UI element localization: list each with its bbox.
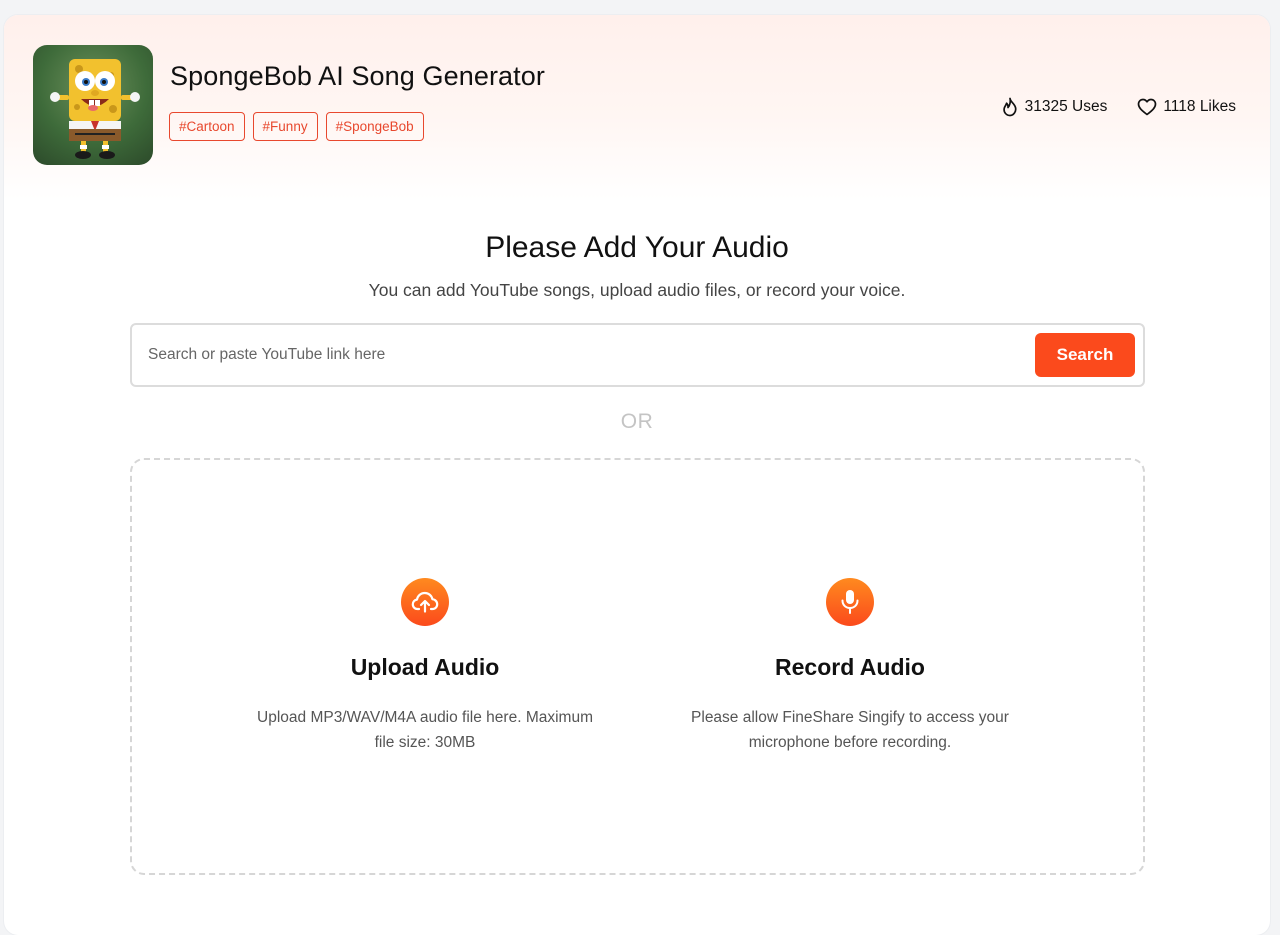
record-audio-title: Record Audio [775,654,925,680]
upload-audio-option[interactable]: Upload Audio Upload MP3/WAV/M4A audio fi… [235,578,615,755]
search-button[interactable]: Search [1035,333,1135,377]
or-divider: OR [620,410,654,433]
header: SpongeBob AI Song Generator #Cartoon #Fu… [4,15,1270,200]
tag-spongebob[interactable]: #SpongeBob [325,112,424,141]
tag-cartoon[interactable]: #Cartoon [169,112,245,141]
section-title: Please Add Your Audio [485,231,789,264]
likes-count: 1118 Likes [1163,98,1236,115]
uses-stat: 31325 Uses [1001,97,1108,117]
youtube-search-box: Search [130,323,1145,387]
flame-icon [1001,97,1019,117]
microphone-icon[interactable] [826,578,874,626]
upload-audio-title: Upload Audio [350,654,500,680]
section-subtitle: You can add YouTube songs, upload audio … [368,280,906,300]
audio-dropzone[interactable]: Upload Audio Upload MP3/WAV/M4A audio fi… [130,458,1145,875]
upload-audio-description: Upload MP3/WAV/M4A audio file here. Maxi… [257,709,593,751]
app-title: SpongeBob AI Song Generator [170,61,545,91]
spongebob-thumbnail [33,45,153,165]
heart-icon[interactable] [1137,98,1157,116]
generator-card: SpongeBob AI Song Generator #Cartoon #Fu… [4,15,1270,935]
youtube-search-input[interactable] [148,335,1018,375]
cloud-upload-icon[interactable] [401,578,449,626]
record-audio-option[interactable]: Record Audio Please allow FineShare Sing… [660,578,1040,755]
stats: 31325 Uses 1118 Likes [1001,97,1236,117]
uses-count: 31325 Uses [1024,98,1108,115]
tag-list: #Cartoon #Funny #SpongeBob [169,112,424,141]
tag-funny[interactable]: #Funny [252,112,318,141]
likes-stat[interactable]: 1118 Likes [1137,98,1236,116]
record-audio-description: Please allow FineShare Singify to access… [691,709,1009,751]
